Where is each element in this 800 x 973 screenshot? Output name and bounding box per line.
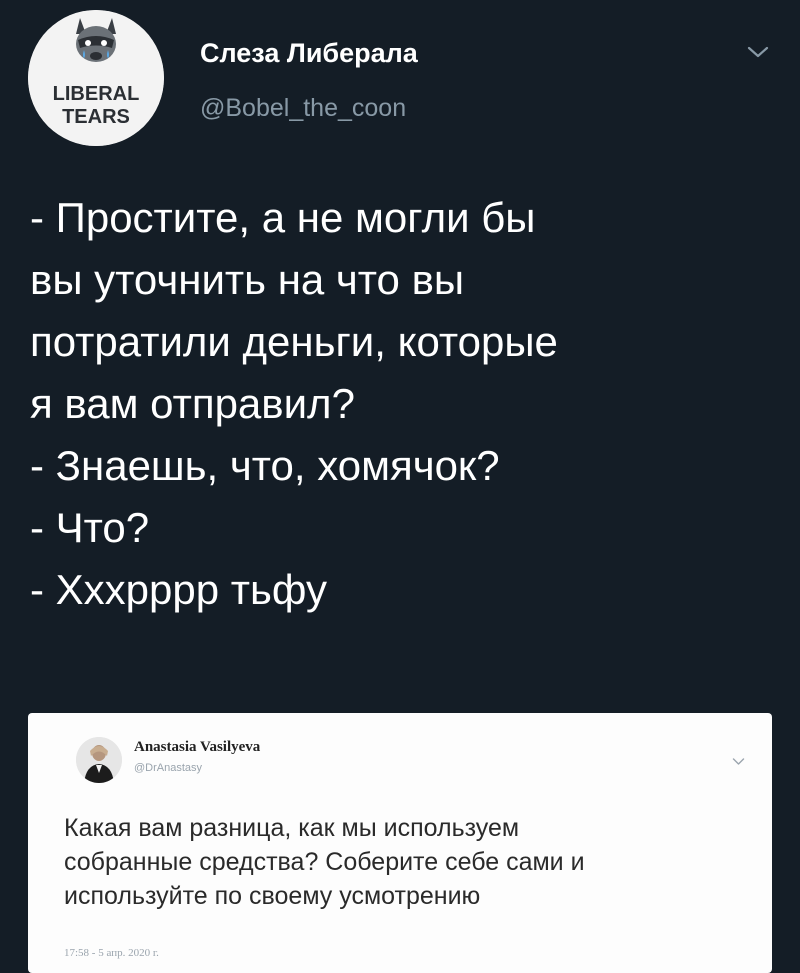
tweet-line: я вам отправил? [30,380,355,427]
tweet-line: потратили деньги, которые [30,318,558,365]
svg-text:TEARS: TEARS [62,106,130,128]
embedded-tweet-line: Какая вам разница, как мы используем [64,814,520,842]
embedded-tweet-body: Какая вам разница, как мы используем соб… [64,811,764,913]
embedded-tweet-line: собранные средства? Соберите себе сами и [64,848,585,876]
raccoon-logo-icon: LIBERAL TEARS [28,10,164,146]
chevron-down-icon[interactable] [732,757,745,766]
svg-text:LIBERAL: LIBERAL [53,83,140,105]
tweet-line: вы уточнить на что вы [30,256,465,303]
embedded-tweet-line: используйте по своему усмотрению [64,882,481,910]
author-avatar[interactable]: LIBERAL TEARS [28,10,164,146]
author-display-name[interactable]: Слеза Либерала [200,38,418,69]
embedded-author-avatar[interactable] [76,737,122,783]
embedded-author-handle[interactable]: @DrAnastasy [134,762,202,774]
author-handle[interactable]: @Bobel_the_coon [200,94,406,123]
tweet-body: - Простите, а не могли бы вы уточнить на… [30,187,770,621]
embedded-author-display-name[interactable]: Anastasia Vasilyeva [134,739,260,756]
tweet-line: - Что? [30,504,150,551]
person-avatar-icon [76,737,122,783]
tweet-line: - Простите, а не могли бы [30,194,536,241]
embedded-tweet-timestamp[interactable]: 17:58 - 5 апр. 2020 г. [64,947,159,959]
chevron-down-icon[interactable] [746,44,770,60]
embedded-tweet-card[interactable]: Anastasia Vasilyeva @DrAnastasy Какая ва… [28,713,772,973]
tweet-line: - Хххрррр тьфу [30,566,327,613]
tweet-line: - Знаешь, что, хомячок? [30,442,500,489]
tweet-header: LIBERAL TEARS Слеза Либерала @Bobel_the_… [28,10,778,150]
